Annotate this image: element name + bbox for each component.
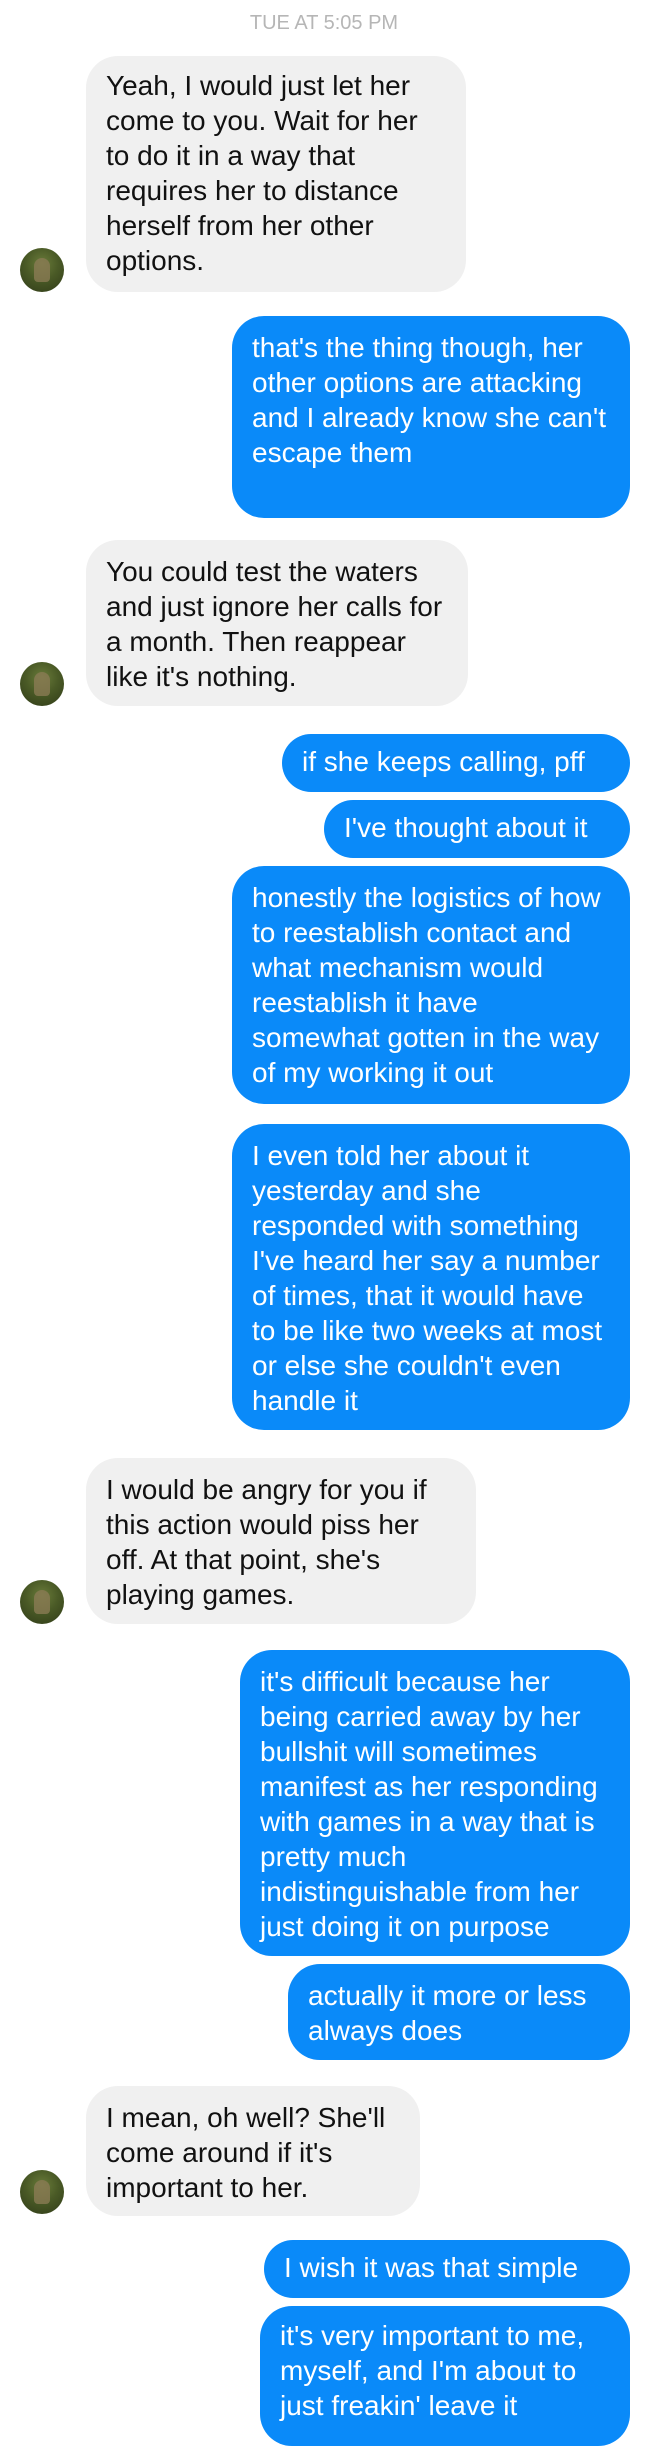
- contact-avatar[interactable]: [20, 1580, 64, 1624]
- outgoing-message-bubble[interactable]: actually it more or less always does: [288, 1964, 630, 2060]
- outgoing-message-bubble[interactable]: if she keeps calling, pff: [282, 734, 630, 792]
- outgoing-message-bubble[interactable]: I wish it was that simple: [264, 2240, 630, 2298]
- outgoing-message-bubble[interactable]: that's the thing though, her other optio…: [232, 316, 630, 518]
- contact-avatar[interactable]: [20, 662, 64, 706]
- incoming-message-bubble[interactable]: You could test the waters and just ignor…: [86, 540, 468, 706]
- outgoing-message-bubble[interactable]: it's difficult because her being carried…: [240, 1650, 630, 1956]
- outgoing-message-bubble[interactable]: honestly the logistics of how to reestab…: [232, 866, 630, 1104]
- incoming-message-bubble[interactable]: I would be angry for you if this action …: [86, 1458, 476, 1624]
- incoming-message-bubble[interactable]: Yeah, I would just let her come to you. …: [86, 56, 466, 292]
- conversation-timestamp: TUE AT 5:05 PM: [249, 12, 399, 34]
- outgoing-message-bubble[interactable]: I've thought about it: [324, 800, 630, 858]
- outgoing-message-bubble[interactable]: I even told her about it yesterday and s…: [232, 1124, 630, 1430]
- incoming-message-bubble[interactable]: I mean, oh well? She'll come around if i…: [86, 2086, 420, 2216]
- outgoing-message-bubble[interactable]: it's very important to me, myself, and I…: [260, 2306, 630, 2446]
- contact-avatar[interactable]: [20, 248, 64, 292]
- contact-avatar[interactable]: [20, 2170, 64, 2214]
